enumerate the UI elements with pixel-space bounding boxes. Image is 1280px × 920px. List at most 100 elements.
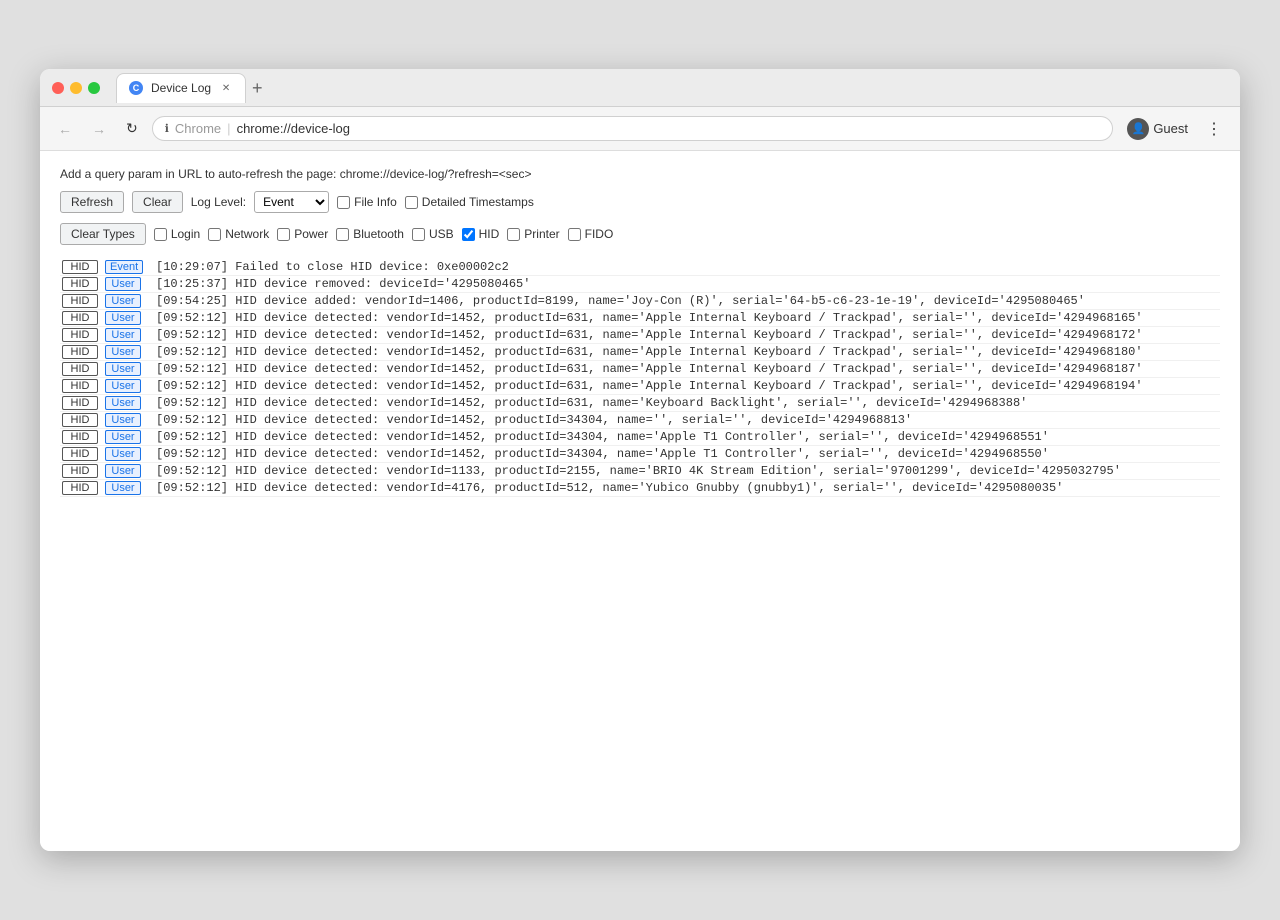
type-checkbox-login[interactable] [154,228,167,241]
forward-button[interactable]: → [86,117,112,141]
tag-hid: HID [62,396,98,410]
log-entry-8: HID User [09:52:12] HID device detected: v… [60,395,1220,412]
tag-hid: HID [62,481,98,495]
tags-cell-8: HID User [62,396,152,410]
file-info-label: File Info [354,195,397,209]
log-message-8: [09:52:12] HID device detected: vendorId… [156,396,1218,410]
account-button[interactable]: 👤 Guest [1121,114,1194,144]
log-container: HIDEvent [10:29:07] Failed to close HID d… [60,259,1220,497]
tab-close-button[interactable]: ✕ [219,81,233,95]
log-level-select[interactable]: Event Verbose Debug Info Warning Error [254,191,329,213]
type-checkbox-power[interactable] [277,228,290,241]
page-content: Add a query param in URL to auto-refresh… [40,151,1240,851]
type-checkbox-usb[interactable] [412,228,425,241]
tag-hid: HID [62,328,98,342]
tags-cell-0: HIDEvent [62,260,152,274]
traffic-lights [52,82,100,94]
tags-cell-6: HIDUser [62,362,152,376]
info-bar: Add a query param in URL to auto-refresh… [60,167,1220,181]
type-label-login: Login [171,227,200,241]
log-entry-10: HIDUser[09:52:12] HID device detected: v… [60,429,1220,446]
log-entry-3: HIDUser [09:52:12] HID device detected: v… [60,310,1220,327]
type-checkbox-printer[interactable] [507,228,520,241]
tag-hid: HID [62,447,98,461]
back-button[interactable]: ← [52,117,78,141]
detailed-timestamps-checkbox-label[interactable]: Detailed Timestamps [405,195,534,209]
log-entry-4: HIDUser[09:52:12] HID device detected: v… [60,327,1220,344]
type-checkbox-label-hid[interactable]: HID [462,227,500,241]
address-separator: | [227,121,230,136]
log-message-3: [09:52:12] HID device detected: vendorId… [156,311,1218,325]
log-entry-1: HID User [10:25:37] HID device removed: de… [60,276,1220,293]
minimize-button[interactable] [70,82,82,94]
clear-types-button[interactable]: Clear Types [60,223,146,245]
type-checkbox-network[interactable] [208,228,221,241]
type-checkbox-label-bluetooth[interactable]: Bluetooth [336,227,404,241]
type-label-usb: USB [429,227,454,241]
tag-hid: HID [62,379,98,393]
reload-button[interactable]: ↻ [120,116,144,141]
log-message-2: [09:54:25] HID device added: vendorId=14… [156,294,1218,308]
new-tab-button[interactable]: + [246,79,269,97]
type-checkbox-label-fido[interactable]: FIDO [568,227,614,241]
log-message-9: [09:52:12] HID device detected: vendorId… [156,413,1218,427]
detailed-timestamps-checkbox[interactable] [405,196,418,209]
tags-cell-7: HIDUser [62,379,152,393]
tab-bar: C Device Log ✕ + [116,73,1228,103]
tag-user: User [105,396,141,410]
maximize-button[interactable] [88,82,100,94]
tab-title: Device Log [151,81,211,95]
tag-hid: HID [62,311,98,325]
tag-hid: HID [62,345,98,359]
file-info-checkbox[interactable] [337,196,350,209]
tags-cell-5: HID User [62,345,152,359]
tag-hid: HID [62,464,98,478]
log-message-10: [09:52:12] HID device detected: vendorId… [156,430,1218,444]
type-label-network: Network [225,227,269,241]
close-button[interactable] [52,82,64,94]
tags-cell-13: HID User [62,481,152,495]
nav-bar: ← → ↻ ℹ Chrome | chrome://device-log 👤 G… [40,107,1240,151]
tag-user: User [105,481,141,495]
tag-user: User [105,277,141,291]
log-message-0: [10:29:07] Failed to close HID device: 0… [156,260,1218,274]
type-label-power: Power [294,227,328,241]
log-entry-13: HIDUser[09:52:12] HID device detected: v… [60,480,1220,497]
tag-hid: HID [62,413,98,427]
security-icon: ℹ [165,122,169,135]
tags-cell-12: HIDUser [62,464,152,478]
tags-cell-2: HIDUser [62,294,152,308]
tag-hid: HID [62,277,98,291]
type-checkbox-label-login[interactable]: Login [154,227,200,241]
type-checkbox-hid[interactable] [462,228,475,241]
type-checkbox-label-power[interactable]: Power [277,227,328,241]
active-tab[interactable]: C Device Log ✕ [116,73,246,103]
log-message-7: [09:52:12] HID device detected: vendorId… [156,379,1218,393]
type-checkbox-bluetooth[interactable] [336,228,349,241]
type-checkbox-label-printer[interactable]: Printer [507,227,559,241]
tag-hid: HID [62,294,98,308]
browser-window: C Device Log ✕ + ← → ↻ ℹ Chrome | chrome… [40,69,1240,851]
title-bar: C Device Log ✕ + [40,69,1240,107]
type-checkbox-fido[interactable] [568,228,581,241]
detailed-timestamps-label: Detailed Timestamps [422,195,534,209]
tag-user: User [105,328,141,342]
file-info-checkbox-label[interactable]: File Info [337,195,397,209]
log-entry-7: HIDUser [09:52:12] HID device detected: v… [60,378,1220,395]
type-checkbox-label-network[interactable]: Network [208,227,269,241]
controls-row: Refresh Clear Log Level: Event Verbose D… [60,191,1220,213]
tags-cell-3: HIDUser [62,311,152,325]
menu-button[interactable]: ⋮ [1200,115,1228,143]
log-entry-9: HID User [09:52:12] HID device detected: v… [60,412,1220,429]
log-entry-0: HIDEvent [10:29:07] Failed to close HID d… [60,259,1220,276]
tag-user: User [105,413,141,427]
clear-button[interactable]: Clear [132,191,183,213]
tag-user: User [105,345,141,359]
log-entry-5: HIDUser[09:52:12] HID device detected: v… [60,344,1220,361]
account-icon: 👤 [1127,118,1149,140]
refresh-button[interactable]: Refresh [60,191,124,213]
type-checkbox-label-usb[interactable]: USB [412,227,454,241]
tab-favicon: C [129,81,143,95]
log-message-1: [10:25:37] HID device removed: deviceId=… [156,277,1218,291]
address-bar[interactable]: ℹ Chrome | chrome://device-log [152,116,1114,141]
